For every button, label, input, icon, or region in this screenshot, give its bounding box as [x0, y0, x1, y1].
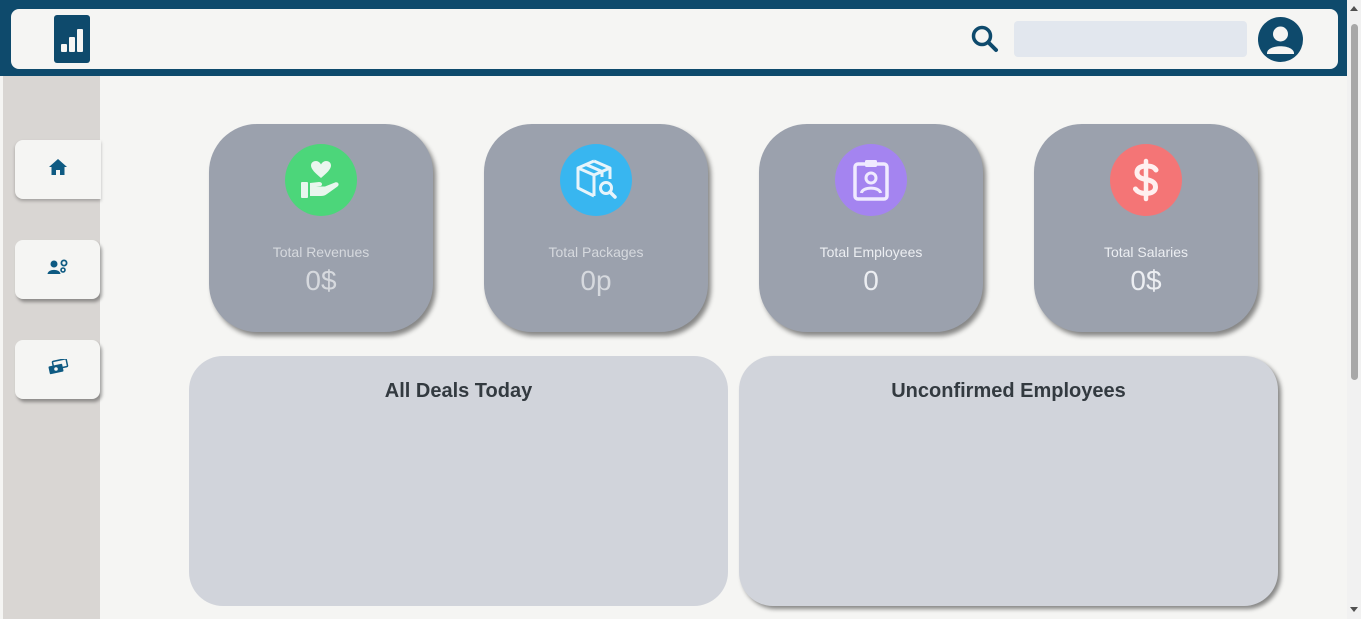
scroll-down-icon[interactable]: [1350, 607, 1358, 612]
unconfirmed-employees-panel: Unconfirmed Employees: [739, 356, 1278, 606]
stat-label: Total Revenues: [272, 244, 370, 260]
stat-value: 0: [863, 265, 879, 296]
stat-value: 0$: [305, 265, 337, 296]
sidebar-item-home[interactable]: [15, 140, 101, 199]
panel-title: All Deals Today: [384, 380, 533, 402]
sidebar-item-employees[interactable]: [15, 240, 100, 299]
header: [11, 9, 1338, 69]
search-input[interactable]: [1014, 21, 1247, 57]
search-icon[interactable]: [969, 23, 1001, 55]
stat-card-employees: Total Employees 0: [759, 124, 983, 332]
dollar-icon: [1110, 144, 1182, 216]
stat-label: Total Packages: [548, 244, 644, 260]
users-settings-icon: [46, 258, 70, 281]
stat-value: 0p: [580, 265, 612, 296]
home-icon: [48, 158, 68, 181]
stat-label: Total Employees: [819, 244, 923, 260]
money-stack-icon: [47, 358, 69, 380]
stat-value: 0$: [1130, 265, 1162, 296]
package-search-icon: [560, 144, 632, 216]
page-scrollbar[interactable]: [1347, 0, 1361, 619]
stat-card-revenues: Total Revenues 0$: [209, 124, 433, 332]
bar-chart-icon[interactable]: [54, 15, 90, 63]
panel-title: Unconfirmed Employees: [891, 380, 1126, 402]
sidebar: [3, 76, 101, 619]
user-avatar-icon[interactable]: [1258, 17, 1303, 62]
scroll-up-icon[interactable]: [1350, 6, 1358, 11]
hand-heart-icon: [285, 144, 357, 216]
stat-label: Total Salaries: [1103, 244, 1189, 260]
id-badge-icon: [835, 144, 907, 216]
stat-card-salaries: Total Salaries 0$: [1034, 124, 1258, 332]
scroll-thumb[interactable]: [1351, 24, 1358, 380]
stat-card-packages: Total Packages 0p: [484, 124, 708, 332]
deals-today-panel: All Deals Today: [189, 356, 728, 606]
sidebar-item-salaries[interactable]: [15, 340, 100, 399]
